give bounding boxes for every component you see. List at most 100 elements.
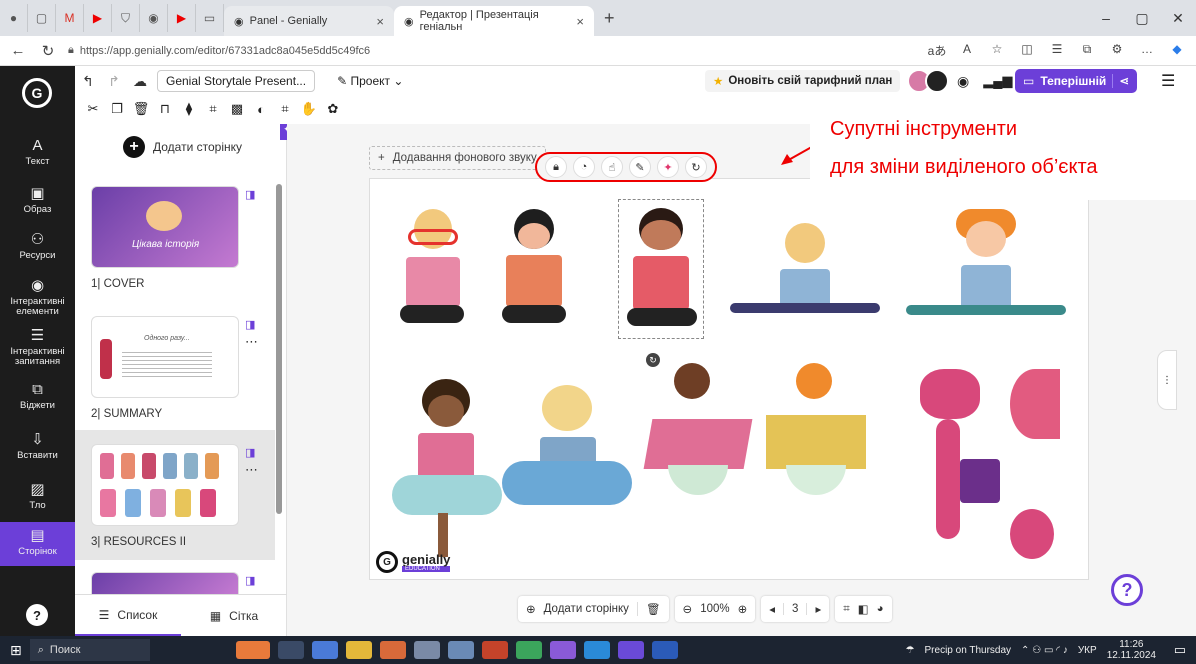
cut-icon[interactable]: ✂: [81, 101, 105, 117]
gmail-tab-icon[interactable]: M: [56, 4, 84, 32]
sidebar-item-image[interactable]: ▣ Образ: [0, 182, 75, 226]
help-button[interactable]: ?: [26, 604, 48, 626]
folder-icon[interactable]: [345, 641, 372, 659]
taskview-icon[interactable]: [277, 641, 304, 659]
page-thumb-resources[interactable]: [91, 444, 239, 526]
character-boy-genie[interactable]: ↻: [638, 353, 758, 499]
notifications-icon[interactable]: ▭: [1174, 642, 1186, 658]
crop-icon[interactable]: ⌗: [273, 101, 297, 117]
fit-screen-icon[interactable]: ⌗: [843, 603, 849, 616]
sidebar-item-questions[interactable]: ☰ Інтерактивні запитання: [0, 324, 75, 370]
two-columns-icon[interactable]: ◧: [858, 602, 869, 616]
interactivity-icon[interactable]: ☝: [601, 156, 623, 178]
more-icon[interactable]: ⋯: [245, 334, 258, 350]
favorites-icon[interactable]: ☰: [1046, 42, 1068, 59]
page-thumb-summary[interactable]: Одного разу...: [91, 316, 239, 398]
share-icon[interactable]: ⋖: [1112, 74, 1129, 88]
edge-icon[interactable]: [583, 641, 610, 659]
sidebar-item-text[interactable]: A Текст: [0, 134, 75, 178]
shield-tab-icon[interactable]: ⛉: [112, 4, 140, 32]
delete-icon[interactable]: 🗑︎: [129, 101, 153, 117]
add-page-bottom-button[interactable]: ⊕ Додати сторінку 🗑︎: [518, 596, 669, 622]
delete-icon[interactable]: 🗑︎: [636, 602, 661, 616]
next-page-icon[interactable]: ▸: [815, 602, 821, 616]
page-options-icon[interactable]: ◨: [245, 446, 255, 459]
page-thumb-cover[interactable]: Цікава історія: [91, 186, 239, 268]
upgrade-plan-button[interactable]: ★ Оновіть свій тарифний план: [705, 70, 901, 92]
align-icon[interactable]: ⌗: [201, 101, 225, 117]
undo-icon[interactable]: ↰: [75, 73, 101, 90]
settings-icon[interactable]: ✿: [321, 101, 345, 117]
taskbar-search[interactable]: ⌕ Поиск: [29, 639, 150, 661]
eye-icon[interactable]: ◉: [957, 69, 969, 93]
add-user-icon[interactable]: [925, 69, 949, 93]
split-screen-icon[interactable]: ◫: [1016, 42, 1038, 59]
sidebar-item-widgets[interactable]: ⧉ Віджети: [0, 378, 75, 418]
help-float-button[interactable]: ?: [1111, 574, 1143, 606]
lock-icon[interactable]: ⊓: [153, 101, 177, 117]
close-window-icon[interactable]: ✕: [1160, 10, 1196, 27]
character-girl-blue[interactable]: [502, 379, 632, 509]
redo-icon[interactable]: ↱: [101, 73, 127, 90]
close-tab-icon[interactable]: ×: [376, 14, 384, 29]
replace-icon[interactable]: ↻: [685, 156, 707, 178]
profile-icon[interactable]: ●: [0, 4, 28, 32]
present-button[interactable]: ▭ Теперішній ⋖: [1015, 69, 1138, 93]
pages-scrollbar[interactable]: [276, 184, 282, 514]
windows-start-icon[interactable]: ⊞: [10, 642, 22, 659]
window-tab-icon[interactable]: ▭: [196, 4, 224, 32]
color-icon[interactable]: ◐: [249, 102, 273, 117]
collections-icon[interactable]: ⧉: [1076, 42, 1098, 59]
sidebar-item-pages[interactable]: ▤ Сторінок: [0, 522, 75, 566]
rotate-icon[interactable]: ↻: [646, 353, 660, 367]
hand-icon[interactable]: ✋: [297, 101, 321, 117]
add-page-button[interactable]: + Додати сторінку: [123, 136, 242, 158]
more-icon[interactable]: ⋯: [245, 462, 258, 478]
extensions-icon[interactable]: ⚙: [1106, 42, 1128, 59]
tab-grid[interactable]: ▦ Сітка: [181, 595, 287, 636]
sidebar-item-insert[interactable]: ⇩ Вставити: [0, 428, 75, 468]
character-boy-reading[interactable]: [400, 209, 464, 327]
character-selected-boy[interactable]: [618, 199, 704, 339]
page-options-icon[interactable]: ◨: [245, 574, 255, 587]
refresh-icon[interactable]: ↻: [38, 42, 58, 60]
more-icon[interactable]: …: [1136, 42, 1158, 59]
close-tab-icon[interactable]: ×: [576, 14, 584, 29]
sidebar-item-interactive[interactable]: ◉ Інтерактивні елементи: [0, 274, 75, 320]
character-girl-reading[interactable]: [502, 209, 566, 327]
project-menu[interactable]: ✎ Проект ⌄: [337, 74, 403, 88]
pencil-icon[interactable]: ✎: [629, 156, 651, 178]
tab-list[interactable]: ☰ Список: [75, 595, 181, 636]
youtube-tab-icon-2[interactable]: ▶: [168, 4, 196, 32]
hamburger-menu-icon[interactable]: ☰: [1161, 71, 1175, 91]
chrome-icon[interactable]: [515, 641, 542, 659]
sidebar-item-background[interactable]: ▨ Тло: [0, 478, 75, 518]
lock-icon[interactable]: 🔒︎: [545, 156, 567, 178]
project-name-field[interactable]: Genial Storytale Present...: [157, 70, 316, 92]
prev-page-icon[interactable]: ◂: [769, 602, 775, 616]
tab-panel-genially[interactable]: ◉ Panel - Genially ×: [224, 6, 394, 36]
genially-logo-icon[interactable]: G: [22, 78, 52, 108]
youtube-tab-icon[interactable]: ▶: [84, 4, 112, 32]
character-girl-genie[interactable]: [756, 359, 876, 499]
layers-icon[interactable]: ⧫: [177, 101, 201, 117]
character-boy-splits[interactable]: [730, 223, 880, 327]
tab-actions-icon[interactable]: ▢: [28, 4, 56, 32]
app-icon[interactable]: [549, 641, 576, 659]
transparency-icon[interactable]: ▩: [225, 101, 249, 117]
app-icon[interactable]: [447, 641, 474, 659]
word-icon[interactable]: [651, 641, 678, 659]
read-aloud-icon[interactable]: A: [956, 42, 978, 59]
cloud-save-icon[interactable]: ☁: [127, 73, 153, 90]
zoom-in-icon[interactable]: ⊕: [738, 602, 748, 616]
app-icon[interactable]: [617, 641, 644, 659]
add-background-sound-button[interactable]: + Додавання фонового звуку: [369, 146, 546, 170]
genially-tab-icon[interactable]: ◉: [140, 4, 168, 32]
app-icon[interactable]: [235, 641, 270, 659]
copy-icon[interactable]: ❐: [105, 101, 129, 117]
new-tab-button[interactable]: +: [604, 8, 615, 29]
page-options-icon[interactable]: ◨: [245, 188, 255, 201]
tray-icons[interactable]: ⌃ ⚇ ▭ ◜ ♪: [1021, 645, 1068, 656]
app-icon[interactable]: [413, 641, 440, 659]
minimize-icon[interactable]: –: [1088, 10, 1124, 27]
